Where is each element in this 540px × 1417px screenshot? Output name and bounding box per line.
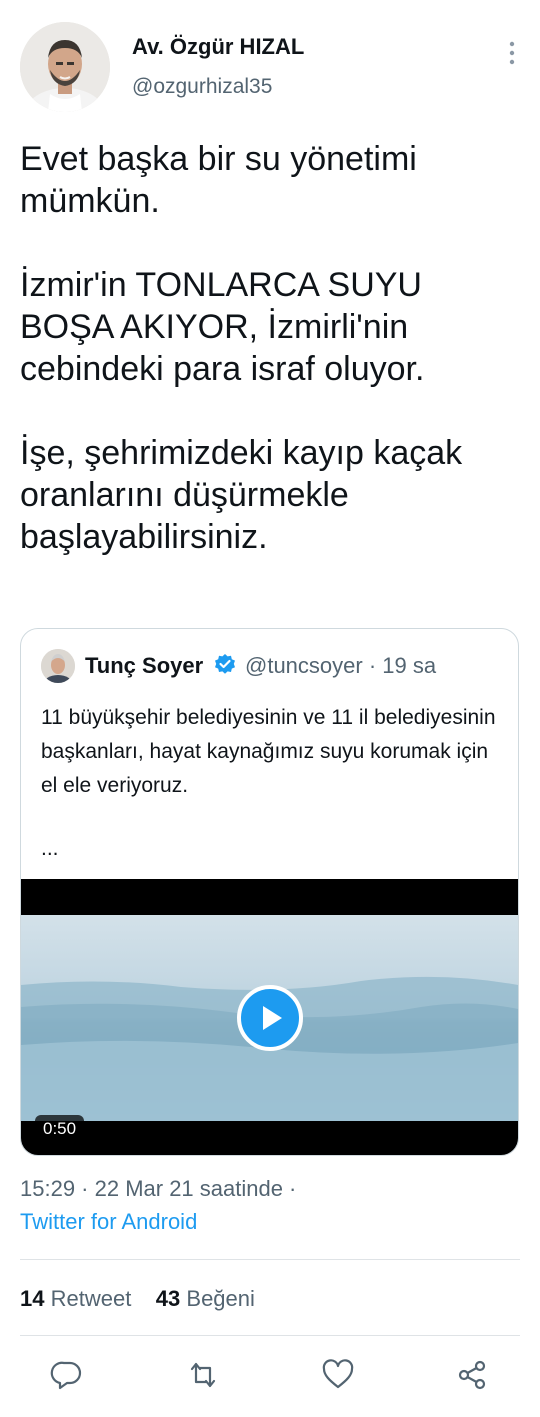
retweets-count: 14 <box>20 1286 45 1311</box>
reply-icon[interactable] <box>50 1358 84 1392</box>
like-icon[interactable] <box>321 1358 355 1392</box>
author-name[interactable]: Av. Özgür HIZAL <box>132 34 304 60</box>
likes-count: 43 <box>155 1286 181 1311</box>
play-button-icon[interactable] <box>237 985 303 1051</box>
tweet-source-link[interactable]: Twitter for Android <box>20 1209 197 1235</box>
quoted-author-name: Tunç Soyer <box>85 653 204 678</box>
tweet-text: Evet başka bir su yönetimi mümkün. İzmir… <box>20 140 463 556</box>
quoted-author-avatar <box>41 649 75 683</box>
retweets-label: Retweet <box>50 1286 132 1311</box>
more-options-icon[interactable] <box>506 40 518 66</box>
quoted-handle-time: @tuncsoyer · 19 sa <box>245 653 437 678</box>
author-avatar[interactable] <box>20 22 110 112</box>
video-duration: 0:50 <box>35 1115 85 1143</box>
likes-stat[interactable]: 43 Beğeni <box>156 1286 255 1311</box>
retweets-stat[interactable]: 14 Retweet <box>20 1286 131 1311</box>
quoted-tweet-card[interactable]: Tunç Soyer @tuncsoyer · 19 sa 11 büyükşe… <box>20 628 519 1156</box>
verified-badge-icon <box>213 653 237 677</box>
tweet-stats: 14 Retweet 43 Beğeni <box>20 1286 255 1312</box>
quoted-tweet-text: 11 büyükşehir belediyesinin ve 11 il bel… <box>41 706 496 797</box>
likes-label: Beğeni <box>186 1286 255 1311</box>
tweet-action-bar <box>0 1358 540 1398</box>
divider <box>20 1259 520 1260</box>
divider <box>20 1335 520 1336</box>
tweet-header: Av. Özgür HIZAL @ozgurhizal35 <box>20 22 520 112</box>
author-handle[interactable]: @ozgurhizal35 <box>132 75 272 99</box>
video-player[interactable]: 0:50 <box>21 879 518 1155</box>
tweet-timestamp: 15:29 · 22 Mar 21 saatinde · <box>20 1176 297 1201</box>
share-icon[interactable] <box>455 1358 489 1392</box>
retweet-icon[interactable] <box>186 1358 220 1392</box>
profile-photo-icon <box>20 22 110 112</box>
quoted-tweet-ellipsis: ... <box>41 837 59 860</box>
profile-photo-icon <box>41 649 75 683</box>
